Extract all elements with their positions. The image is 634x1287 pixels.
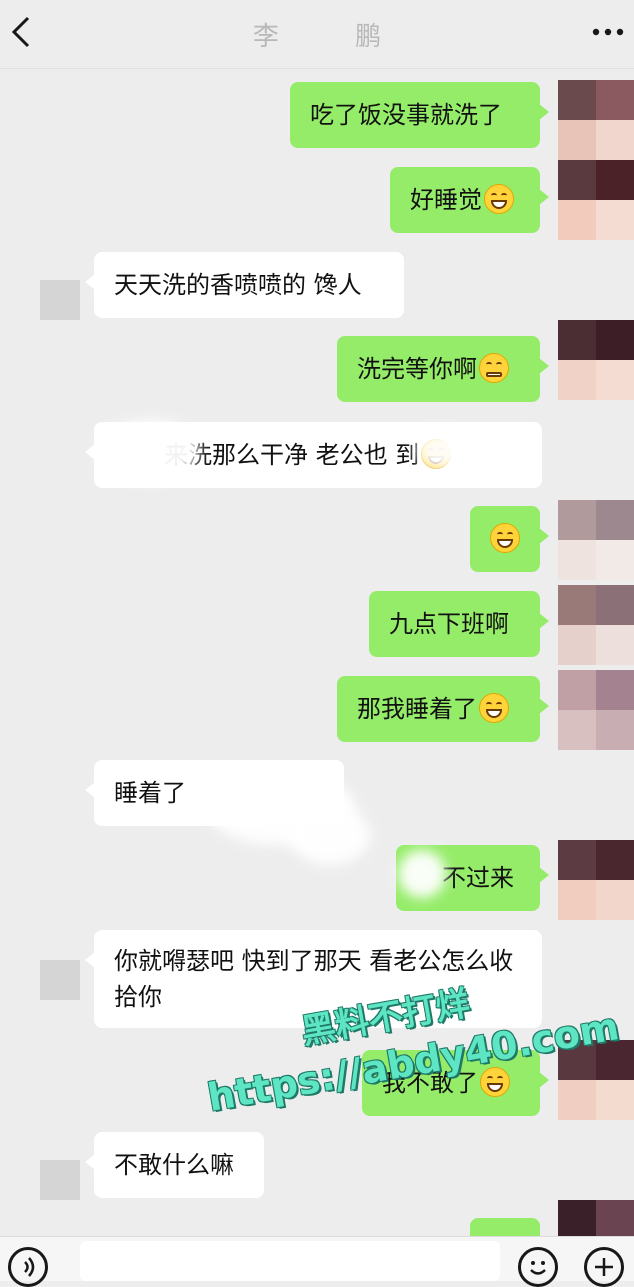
message-text: 天天洗的香喷喷的 馋人 [114,271,362,299]
message-text: 吃了饭没事就洗了 [310,101,502,129]
grin-emoji-icon [484,184,514,214]
message-text: 那我睡着了 [357,695,477,723]
avatar[interactable] [558,1200,634,1236]
emoji-icon[interactable] [518,1247,558,1287]
avatar[interactable] [40,960,80,1000]
avatar[interactable] [558,500,634,580]
message-bubble[interactable]: 不敢什么嘛 [85,1132,264,1198]
message-bubble[interactable] [470,506,549,572]
redaction-smudge [290,805,370,865]
message-bubble[interactable]: 九点下班啊 [369,591,549,657]
message-bubble[interactable]: 吃了饭没事就洗了 [290,82,549,148]
chat-title: 李 鹏 [252,22,416,52]
message-text: 九点下班啊 [389,610,509,638]
message-text: 不过来 [442,864,514,892]
more-dots-icon[interactable] [592,24,624,40]
avatar[interactable] [40,1160,80,1200]
redaction-smudge [416,430,466,470]
avatar[interactable] [40,280,80,320]
avatar[interactable] [558,320,634,400]
message-text: 好睡觉 [410,186,482,214]
laughing-tears-emoji-icon [490,523,520,553]
thinking-emoji-icon [479,353,509,383]
message-text: 睡着了 [114,779,186,807]
redaction-smudge [100,420,200,480]
plus-icon[interactable] [584,1247,624,1287]
input-bar [0,1236,634,1287]
chat-header: 李 鹏 [0,0,634,69]
avatar[interactable] [558,585,634,665]
message-bubble[interactable]: 那我睡着了 [337,676,549,742]
avatar[interactable] [558,840,634,920]
message-bubble[interactable]: 天天洗的香喷喷的 馋人 [85,252,404,318]
message-text: 不敢什么嘛 [114,1151,234,1179]
redaction-smudge [398,850,446,898]
avatar[interactable] [558,160,634,240]
message-bubble[interactable]: 好睡觉 [390,167,549,233]
message-text: 来洗那么干净 老公也 到 [164,441,420,469]
avatar[interactable] [558,80,634,160]
voice-icon[interactable] [8,1247,48,1287]
avatar[interactable] [558,670,634,750]
message-input[interactable] [80,1241,500,1281]
grin-emoji-icon [479,693,509,723]
message-bubble[interactable]: 洗完等你啊 [337,336,549,402]
message-text: 洗完等你啊 [357,355,477,383]
message-bubble[interactable] [470,1218,540,1236]
message-list[interactable]: 吃了饭没事就洗了 好睡觉 天天洗的香喷喷的 馋人 洗完等你啊 来洗那么干净 老公… [0,70,634,1236]
